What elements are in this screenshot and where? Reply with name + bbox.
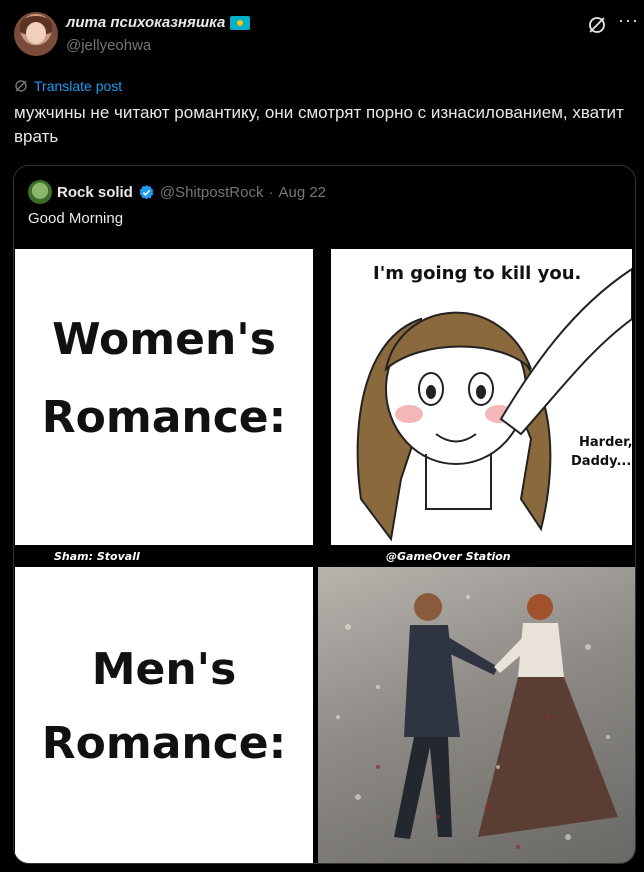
- speech-bubble-text: I'm going to kill you.: [373, 263, 582, 284]
- mens-label-line1: Men's: [91, 644, 237, 695]
- quoted-post-date[interactable]: Aug 22: [278, 184, 326, 201]
- reply-text-line1: Harder,: [579, 435, 633, 450]
- quoted-tweet-text: Good Morning: [28, 210, 124, 227]
- reply-text-line2: Daddy...: [571, 454, 632, 469]
- tweet: лита психоказняшка @jellyeohwa ··· Trans…: [0, 0, 644, 872]
- artist-credit-right: @GameOver Station: [386, 550, 511, 563]
- comic-illustration: [356, 267, 632, 542]
- artist-credit-left: Sham: Stovall: [54, 550, 140, 563]
- quoted-tweet[interactable]: Rock solid @ShitpostRock · Aug 22 Good M…: [13, 165, 636, 864]
- grok-slash-icon[interactable]: [586, 14, 608, 36]
- author-name-line: лита психоказняшка: [66, 14, 251, 31]
- verified-badge-icon: [139, 184, 154, 199]
- panel-mens-romance: Men's Romance:: [15, 567, 313, 863]
- womens-label-line1: Women's: [52, 314, 276, 365]
- kazakhstan-flag-icon: [230, 15, 251, 30]
- panel-dance-painting: [318, 567, 635, 863]
- quoted-tweet-header: Rock solid @ShitpostRock · Aug 22: [28, 180, 326, 204]
- translate-post-link[interactable]: Translate post: [14, 78, 122, 94]
- dancing-couple-illustration: [336, 593, 618, 849]
- author-handle[interactable]: @jellyeohwa: [66, 37, 151, 54]
- header-separator: ·: [268, 183, 274, 201]
- womens-label-line2: Romance:: [41, 392, 287, 443]
- author-avatar[interactable]: [14, 12, 58, 56]
- post-text: мужчины не читают романтику, они смотрят…: [14, 103, 624, 146]
- mens-label-line2: Romance:: [41, 718, 287, 769]
- quoted-author-name[interactable]: Rock solid: [57, 184, 133, 201]
- quoted-author-avatar[interactable]: [28, 180, 52, 204]
- author-display-name[interactable]: лита психоказняшка: [66, 14, 225, 31]
- meme-image[interactable]: Women's Romance: Sham: Stovall I'm going…: [14, 249, 635, 863]
- translate-icon: [15, 80, 27, 92]
- quoted-author-handle[interactable]: @ShitpostRock: [160, 184, 264, 201]
- avatar-face: [26, 22, 46, 44]
- more-options-icon[interactable]: ···: [618, 10, 639, 31]
- panel-comic: I'm going to kill you. Harder, Daddy...: [331, 249, 633, 545]
- panel-womens-romance: Women's Romance:: [15, 249, 313, 545]
- translate-post-label: Translate post: [34, 78, 123, 94]
